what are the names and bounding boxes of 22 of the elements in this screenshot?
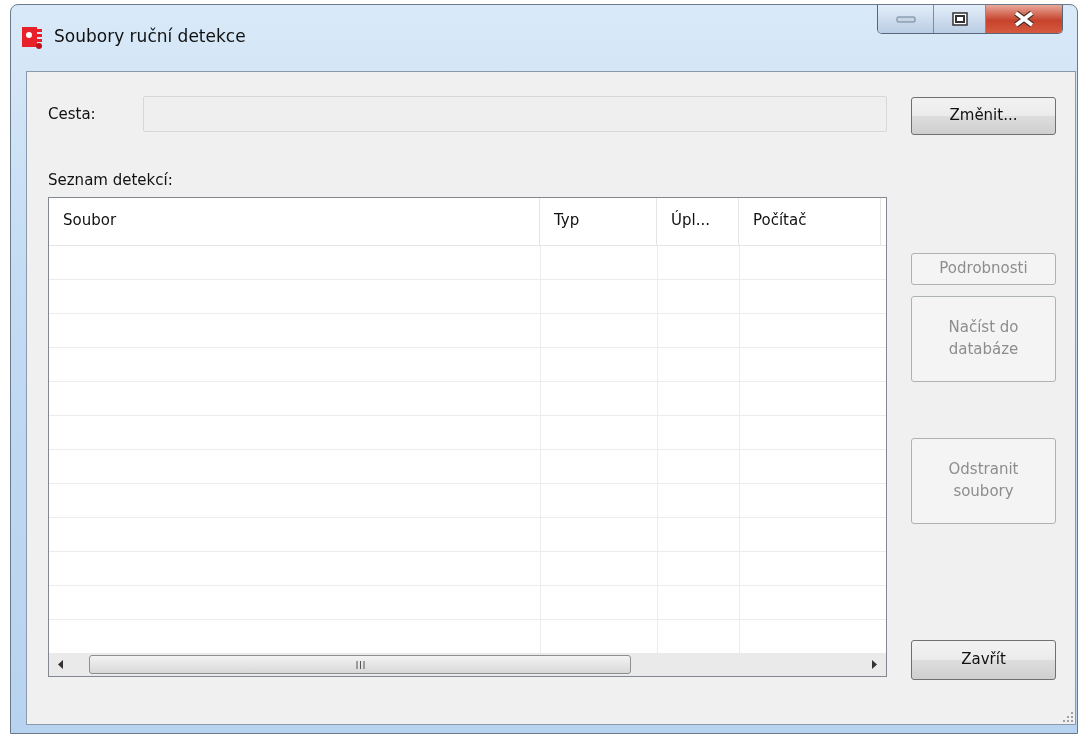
- close-dialog-button[interactable]: Zavřít: [911, 640, 1056, 680]
- app-icon: [22, 25, 44, 49]
- grip-icon: [355, 660, 365, 669]
- left-arrow-icon: [58, 660, 64, 669]
- maximize-button[interactable]: [934, 5, 986, 33]
- path-label: Cesta:: [48, 105, 97, 123]
- detection-list[interactable]: Soubor Typ Úpl... Počítač: [48, 197, 887, 677]
- maximize-icon: [951, 12, 968, 26]
- right-arrow-icon: [871, 660, 877, 669]
- minimize-icon: [895, 15, 916, 23]
- window-title: Soubory ruční detekce: [54, 26, 247, 46]
- column-header[interactable]: Úpl...: [657, 198, 739, 245]
- resize-grip-icon: [1063, 712, 1073, 722]
- change-button[interactable]: Změnit...: [911, 97, 1056, 135]
- column-header[interactable]: Typ: [540, 198, 657, 245]
- column-header[interactable]: Soubor: [49, 198, 540, 245]
- column-header[interactable]: Počítač: [739, 198, 881, 245]
- close-button[interactable]: [986, 5, 1062, 33]
- list-label: Seznam detekcí:: [48, 171, 174, 191]
- scrollbar-thumb[interactable]: [89, 655, 631, 674]
- horizontal-scrollbar[interactable]: [49, 653, 886, 676]
- close-icon: [1013, 11, 1035, 27]
